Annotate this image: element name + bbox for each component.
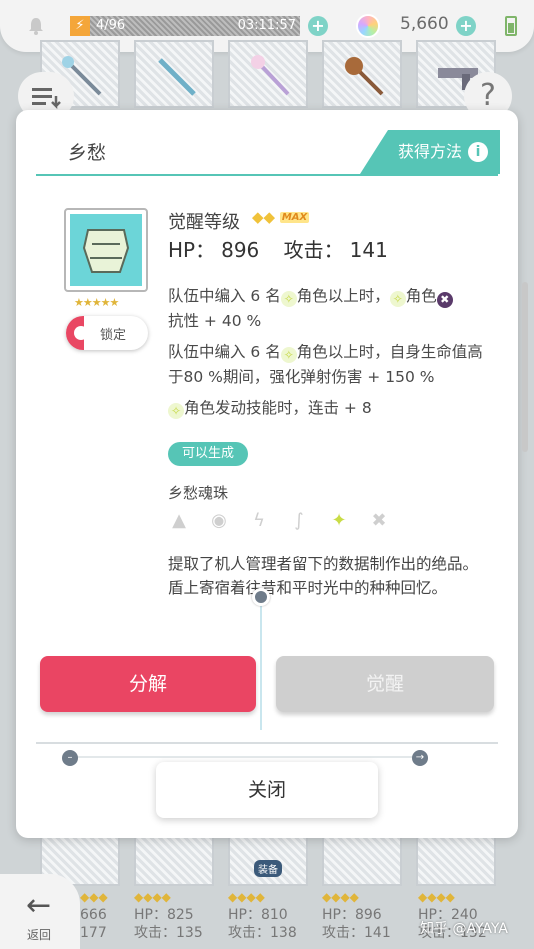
light-element-icon: ✧ (389, 291, 406, 307)
item-stats: ◆◆◆◆ HP：825 攻击：135 (134, 890, 203, 941)
obtain-method-label: 获得方法 (398, 142, 463, 161)
dark-element-icon: ✖ (371, 510, 387, 531)
sword-icon (158, 58, 196, 96)
hp-label: HP： (168, 238, 216, 262)
scroll-left-icon[interactable]: – (62, 750, 78, 766)
rarity-stars: ★★★★★ (74, 296, 119, 309)
stamina-icon: ⚡ (70, 16, 90, 36)
inventory-tile[interactable] (228, 40, 308, 108)
dark-element-icon: ✖ (436, 292, 453, 308)
inventory-row-top (40, 40, 510, 112)
light-element-icon: ✧ (168, 403, 184, 419)
title-divider (36, 174, 498, 176)
obtain-method-button[interactable]: 获得方法 i (360, 130, 500, 174)
item-description: 提取了机人管理者留下的数据制作出的绝品。盾上寄宿着往昔和平时光中的种种回忆。 (168, 555, 479, 597)
shield-icon (70, 214, 142, 286)
decompose-button[interactable]: 分解 (40, 656, 256, 712)
divider (36, 742, 498, 744)
stamina-bar: ⚡ 4/96 03:11:57 (70, 16, 300, 36)
thunder-element-icon: ϟ (253, 510, 265, 531)
fire-element-icon: ▲ (172, 510, 186, 531)
info-icon: i (468, 142, 488, 162)
add-stamina-button[interactable]: + (308, 16, 328, 36)
can-generate-badge: 可以生成 (168, 442, 249, 466)
awaken-level-icons: ◆◆ MAX (252, 208, 310, 226)
item-stats: ◆◆◆◆ HP：810 攻击：138 (228, 890, 297, 941)
water-element-icon: ◉ (211, 510, 227, 531)
watermark: 知乎 @AYAYA (420, 921, 508, 937)
awaken-level-label: 觉醒等级 (168, 212, 240, 233)
scroll-indicator-track (260, 596, 262, 730)
lock-toggle-knob (66, 316, 88, 350)
awaken-button[interactable]: 觉醒 (276, 656, 494, 712)
item-image-frame (64, 208, 148, 292)
skill-1: 队伍中编入 6 名 ✧ 角色以上时， ✧ 角色 ✖ 抗性 + 40 % (168, 284, 488, 334)
inventory-tile[interactable] (322, 40, 402, 108)
horizontal-scroll-track (70, 756, 420, 758)
light-element-icon: ✧ (280, 291, 297, 307)
close-button[interactable]: 关闭 (156, 762, 378, 818)
bell-icon[interactable] (26, 16, 46, 36)
question-icon: ? (480, 78, 496, 113)
item-stats-line: HP： 896 攻击： 141 (168, 234, 394, 263)
gem-icon (356, 14, 380, 38)
back-label: 返回 (27, 928, 52, 942)
skill-3: ✧ 角色发动技能时，连击 + 8 (168, 396, 488, 421)
dialog-title: 乡愁 (68, 142, 107, 164)
atk-value: 141 (349, 238, 388, 262)
skill-2: 队伍中编入 6 名 ✧ 角色以上时，自身生命值高于80 %期间，强化弹射伤害 + 1… (168, 343, 483, 386)
atk-label: 攻击： (283, 238, 344, 262)
scroll-indicator-knob[interactable] (252, 588, 270, 606)
vertical-scrollbar[interactable] (522, 282, 528, 452)
light-element-icon: ✦ (331, 510, 347, 531)
scroll-right-icon[interactable]: → (412, 750, 428, 766)
gem-count: 5,660 (400, 14, 449, 34)
lock-label: 锁定 (100, 328, 127, 343)
inventory-tile[interactable] (134, 40, 214, 108)
light-element-icon: ✧ (280, 347, 297, 363)
stamina-timer: 03:11:57 (237, 18, 296, 33)
element-icons: ▲ ◉ ϟ ∫ ✦ ✖ (168, 510, 408, 536)
add-gems-button[interactable]: + (456, 16, 476, 36)
lock-toggle[interactable]: 锁定 (66, 316, 148, 350)
equip-badge: 装备 (254, 860, 282, 877)
back-arrow-icon: ← (26, 888, 52, 923)
wind-element-icon: ∫ (294, 510, 304, 531)
mace-icon (345, 57, 384, 96)
soul-orb-name: 乡愁魂珠 (168, 484, 229, 502)
item-stats: ◆◆◆◆ HP：896 攻击：141 (322, 890, 391, 941)
wand-icon (251, 55, 290, 96)
max-badge: MAX (279, 212, 310, 223)
item-stats: ◆◆◆ 666 177 (80, 890, 108, 941)
battery-icon (505, 16, 517, 36)
hp-value: 896 (221, 238, 260, 262)
item-detail-dialog: 乡愁 获得方法 i ★★★★★ 锁定 觉醒等级 ◆◆ MAX HP： 896 攻击… (16, 110, 518, 838)
back-button[interactable]: ← 返回 (0, 874, 80, 949)
stamina-count: 4/96 (96, 18, 126, 33)
